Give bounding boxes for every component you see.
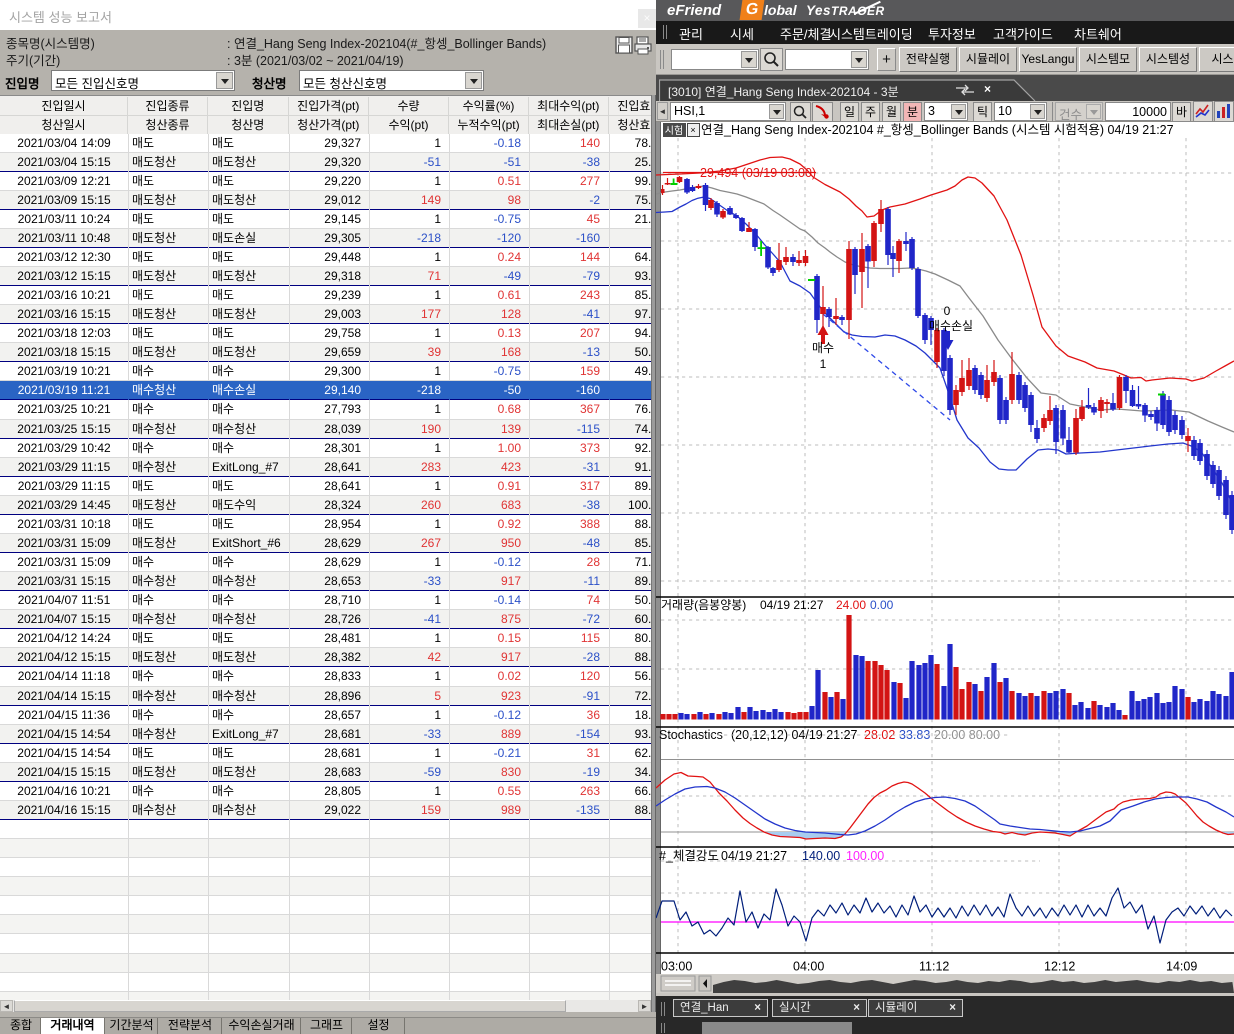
svg-text:04/19 21:27: 04/19 21:27 bbox=[721, 849, 787, 863]
svg-text:04/19 21:27: 04/19 21:27 bbox=[760, 598, 824, 612]
svg-text:24.00: 24.00 bbox=[836, 598, 866, 612]
svg-text:04:00: 04:00 bbox=[793, 960, 824, 974]
svg-text:0.00: 0.00 bbox=[870, 598, 894, 612]
svg-text:29,494 (03/19 03:00): 29,494 (03/19 03:00) bbox=[700, 166, 816, 180]
svg-text:0: 0 bbox=[944, 304, 951, 318]
svg-text:100.00: 100.00 bbox=[846, 849, 884, 863]
svg-text:매수손실: 매수손실 bbox=[929, 319, 973, 333]
svg-text:11:12: 11:12 bbox=[919, 960, 949, 974]
svg-text:거래량(음봉양봉): 거래량(음봉양봉) bbox=[661, 598, 746, 612]
svg-text:×: × bbox=[690, 125, 695, 135]
svg-text:14:09: 14:09 bbox=[1166, 960, 1197, 974]
svg-text:시험: 시험 bbox=[665, 125, 683, 137]
svg-text:140.00: 140.00 bbox=[802, 849, 840, 863]
svg-text:03:00: 03:00 bbox=[661, 960, 692, 974]
svg-text:매수: 매수 bbox=[812, 341, 834, 355]
svg-text:연결_Hang Seng Index-202104 #_항셍: 연결_Hang Seng Index-202104 #_항셍_Bollinger… bbox=[701, 123, 1174, 137]
svg-text:#_체결강도: #_체결강도 bbox=[659, 849, 719, 863]
svg-text:1: 1 bbox=[820, 357, 827, 371]
svg-text:12:12: 12:12 bbox=[1044, 960, 1075, 974]
